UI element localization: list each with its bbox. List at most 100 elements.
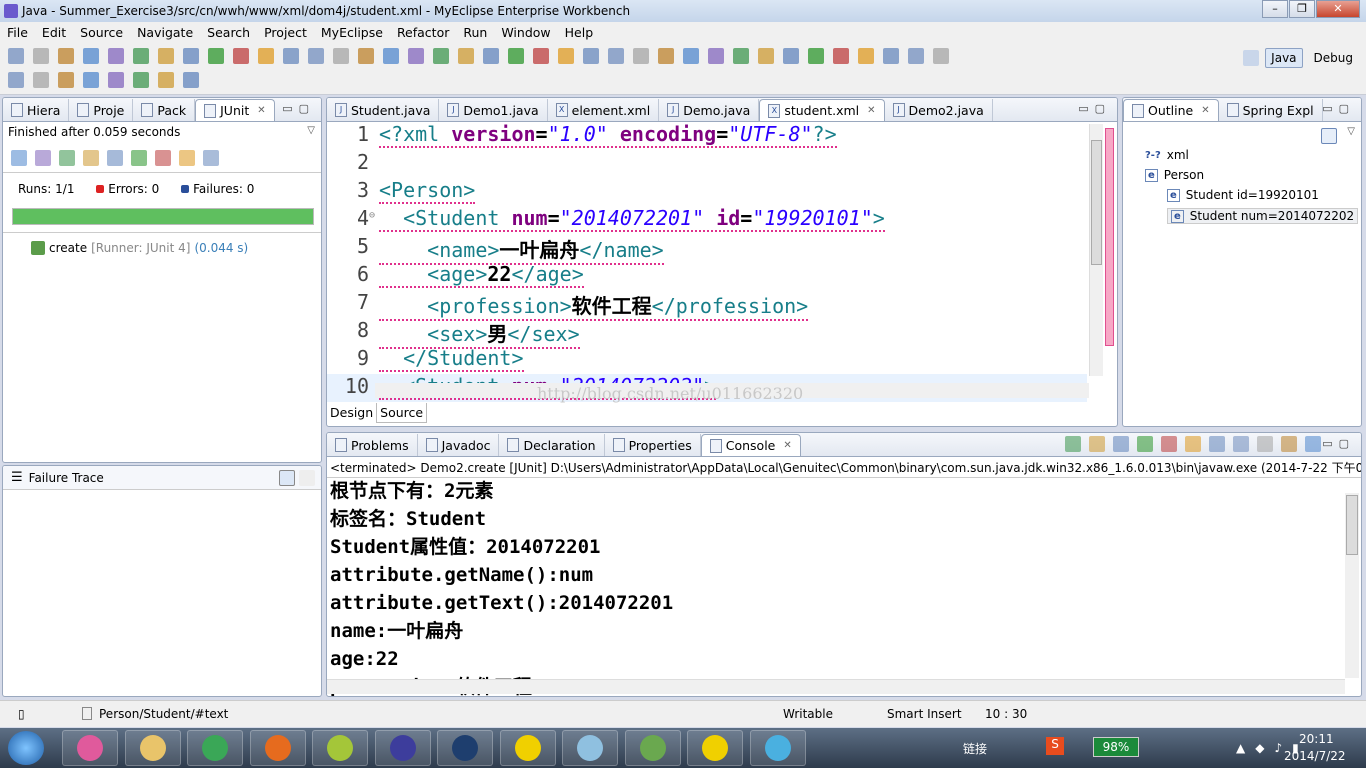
menu-search[interactable]: Search [200,25,257,40]
tab-problems[interactable]: Problems [327,434,418,456]
clock-time[interactable]: 20:11 [1299,732,1334,746]
junit-tool-icon[interactable] [131,150,147,166]
tab-source[interactable]: Source [376,403,428,423]
toolbar-icon[interactable] [433,48,449,64]
perspective-java[interactable]: Java [1265,48,1303,68]
close-tab-icon[interactable]: ✕ [867,105,875,116]
tab-element-xml[interactable]: Xelement.xml [548,99,660,121]
toolbar-icon[interactable] [133,72,149,88]
code-line[interactable]: 4 ⊖ <Student num="2014072201" id="1992010… [327,206,1087,234]
console-tool-icon[interactable] [1113,436,1129,452]
toolbar-icon[interactable] [458,48,474,64]
toolbar-icon[interactable] [883,48,899,64]
menu-edit[interactable]: Edit [35,25,73,40]
toolbar-icon[interactable] [558,48,574,64]
tab-properties[interactable]: Properties [605,434,701,456]
view-menu-icon[interactable]: ▽ [1347,126,1355,137]
taskbar-app-8[interactable] [437,730,493,766]
toolbar-icon[interactable] [158,72,174,88]
junit-tool-icon[interactable] [11,150,27,166]
close-tab-icon[interactable]: ✕ [257,105,265,116]
junit-tool-icon[interactable] [107,150,123,166]
code-line[interactable]: 3 <Person> [327,178,1087,206]
outline-min-max[interactable]: ▭▢ [1322,102,1355,115]
toolbar-icon[interactable] [483,48,499,64]
toolbar-icon[interactable] [708,48,724,64]
toolbar-icon[interactable] [58,72,74,88]
code-line[interactable]: 7 <profession>软件工程</profession> [327,290,1087,321]
sogou-icon[interactable]: S [1046,737,1064,755]
toolbar-icon[interactable] [283,48,299,64]
tab-proje[interactable]: Proje [69,99,134,121]
tab-console[interactable]: Console ✕ [700,434,801,456]
taskbar-help-file[interactable] [499,730,556,766]
toolbar-icon[interactable] [408,48,424,64]
taskbar-file-explorer[interactable] [124,730,181,766]
toolbar-icon[interactable] [33,72,49,88]
perspective-debug[interactable]: Debug [1309,49,1358,67]
menu-window[interactable]: Window [494,25,557,40]
test-item-create[interactable]: create [Runner: JUnit 4] (0.044 s) [31,241,248,255]
toolbar-icon[interactable] [158,48,174,64]
taskbar-notepad-app[interactable] [562,730,618,766]
menu-run[interactable]: Run [456,25,494,40]
junit-tool-icon[interactable] [155,150,171,166]
toolbar-icon[interactable] [683,48,699,64]
menu-navigate[interactable]: Navigate [130,25,200,40]
toolbar-icon[interactable] [608,48,624,64]
console-min-max[interactable]: ▭▢ [1322,437,1355,450]
toolbar-icon[interactable] [808,48,824,64]
minimize-button[interactable]: – [1262,0,1288,18]
tab-design[interactable]: Design [327,403,376,423]
menu-project[interactable]: Project [257,25,314,40]
tab-student-xml[interactable]: Xstudent.xml ✕ [759,99,885,121]
toolbar-icon[interactable] [933,48,949,64]
toolbar-icon[interactable] [783,48,799,64]
toolbar-icon[interactable] [108,48,124,64]
outline-item[interactable]: ?-? xml [1145,148,1189,162]
clock-date[interactable]: 2014/7/22 [1284,749,1346,763]
console-tool-icon[interactable] [1137,436,1153,452]
console-tool-icon[interactable] [1281,436,1297,452]
console-tool-icon[interactable] [1233,436,1249,452]
console-tool-icon[interactable] [1185,436,1201,452]
taskbar-editor-app[interactable] [624,730,681,766]
toolbar-icon[interactable] [658,48,674,64]
junit-tool-icon[interactable] [59,150,75,166]
tab-outline[interactable]: Outline ✕ [1123,99,1219,121]
taskbar-eclipse[interactable] [374,730,431,766]
outline-item[interactable]: e Student num=2014072202 [1167,208,1359,224]
toolbar-icon[interactable] [508,48,524,64]
taskbar-magnifier-app[interactable] [749,730,806,766]
code-line[interactable]: 2 [327,150,1087,178]
toolbar-icon[interactable] [333,48,349,64]
console-tool-icon[interactable] [1065,436,1081,452]
tab-spring-expl[interactable]: Spring Expl [1219,99,1323,121]
code-line[interactable]: 5 <name>一叶扁舟</name> [327,234,1087,265]
tray-link-text[interactable]: 链接 [963,740,987,757]
tab-declaration[interactable]: Declaration [499,434,605,456]
view-min-max[interactable]: ▭▢ [282,102,315,115]
toolbar-icon[interactable] [233,48,249,64]
junit-tool-icon[interactable] [35,150,51,166]
code-line[interactable]: 1 <?xml version="1.0" encoding="UTF-8"?> [327,122,1087,150]
toolbar-icon[interactable] [58,48,74,64]
toolbar-icon[interactable] [8,72,24,88]
taskbar-firefox[interactable] [249,730,306,766]
toolbar-icon[interactable] [108,72,124,88]
toolbar-icon[interactable] [908,48,924,64]
maximize-button[interactable]: ❐ [1289,0,1315,18]
editor-vscrollbar[interactable] [1089,124,1103,376]
code-line[interactable]: 6 <age>22</age> [327,262,1087,290]
tab-junit[interactable]: JUnit ✕ [195,99,275,121]
tab-demo-java[interactable]: J Demo.java [659,99,760,121]
close-tab-icon[interactable]: ✕ [783,440,791,451]
compare-icon[interactable] [299,470,315,486]
open-perspective-icon[interactable] [1243,50,1260,66]
toolbar-icon[interactable] [8,48,24,64]
toolbar-icon[interactable] [133,48,149,64]
battery-indicator[interactable]: 98% [1093,737,1139,757]
toolbar-icon[interactable] [83,48,99,64]
view-menu-icon[interactable]: ▽ [307,125,315,136]
fold-icon[interactable]: ⊖ [369,210,375,221]
